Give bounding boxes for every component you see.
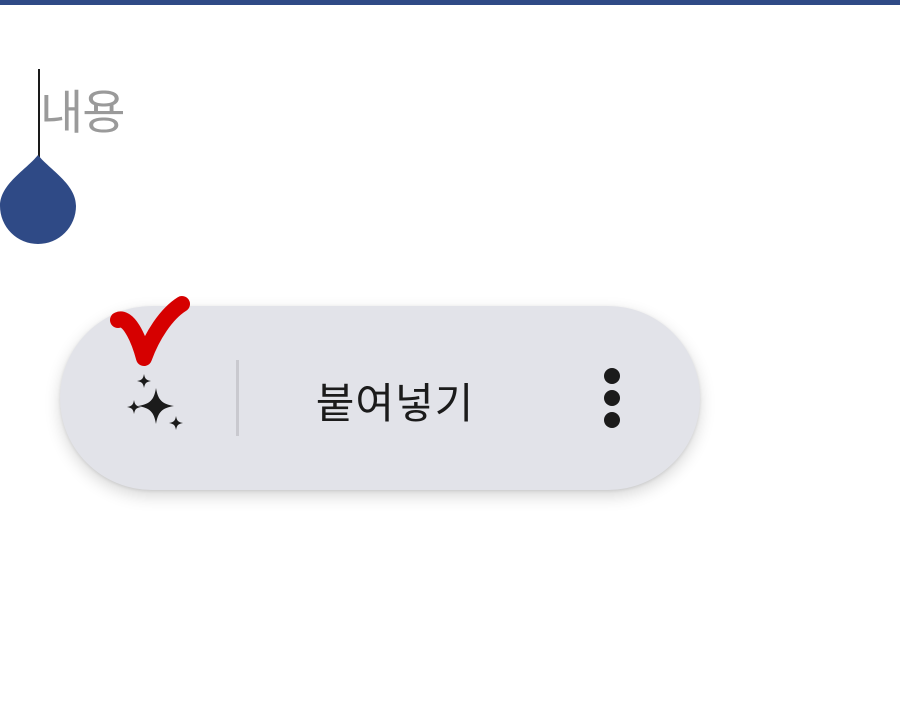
more-dot xyxy=(604,412,620,428)
toolbar-divider xyxy=(236,360,239,436)
more-vertical-icon xyxy=(604,368,620,384)
more-dot xyxy=(604,390,620,406)
red-checkmark-annotation xyxy=(110,296,190,366)
paste-label: 붙여넣기 xyxy=(315,378,475,428)
cursor-handle-drop xyxy=(0,155,76,244)
ai-assist-button[interactable] xyxy=(120,370,190,440)
top-accent-bar xyxy=(0,0,900,5)
more-options-button[interactable] xyxy=(588,362,636,434)
paste-button[interactable]: 붙여넣기 xyxy=(290,364,500,436)
cursor-handle[interactable] xyxy=(0,152,78,248)
sparkles-icon xyxy=(127,374,183,430)
content-input[interactable]: 내용 xyxy=(0,60,900,180)
content-placeholder: 내용 xyxy=(40,86,125,141)
text-caret xyxy=(38,69,40,161)
